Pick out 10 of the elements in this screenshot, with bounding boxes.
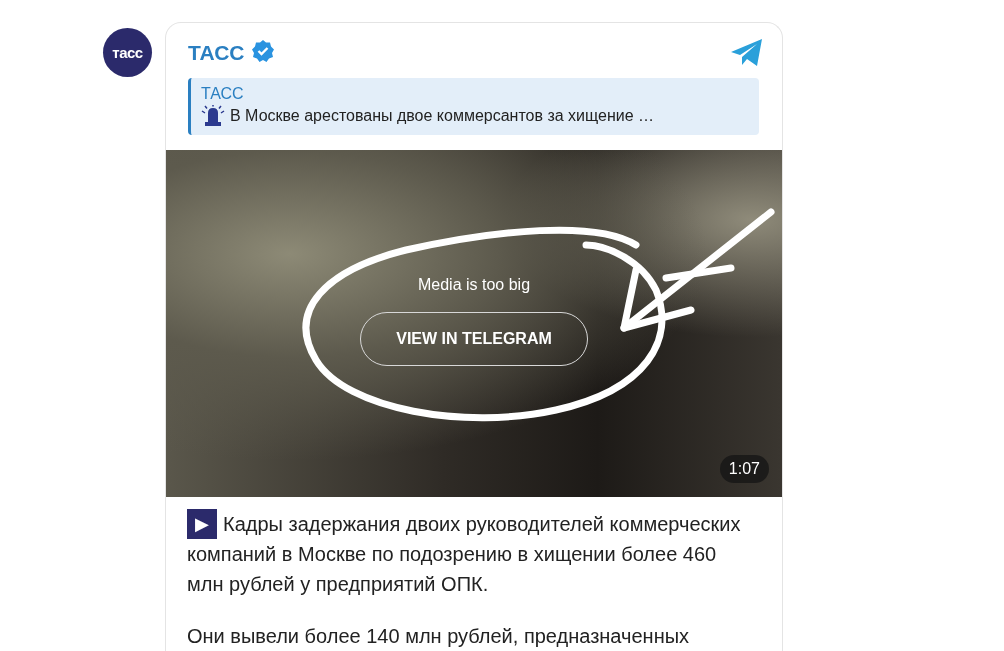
reply-author: ТАСС — [201, 85, 245, 103]
reply-quote[interactable]: ТАСС В Москве арестованы двое коммерсантов за хищение … — [188, 78, 759, 135]
siren-icon — [201, 105, 225, 127]
channel-avatar[interactable]: тасс — [103, 28, 152, 77]
channel-name[interactable]: ТАСС — [188, 41, 245, 65]
telegram-logo-icon[interactable] — [730, 38, 764, 68]
reply-text: В Москве арестованы двое коммерсантов за хищение … — [230, 107, 655, 125]
post-paragraph: ▶ Кадры задержания двоих руководителей коммерческих компаний в Москве по подозрению в хищении более 460 млн рублей у предприятий ОПК. — [187, 509, 746, 599]
post-paragraph: Они вывели более 140 млн рублей, предназначенных — [187, 624, 691, 649]
media-notice: Media is too big — [417, 275, 531, 294]
